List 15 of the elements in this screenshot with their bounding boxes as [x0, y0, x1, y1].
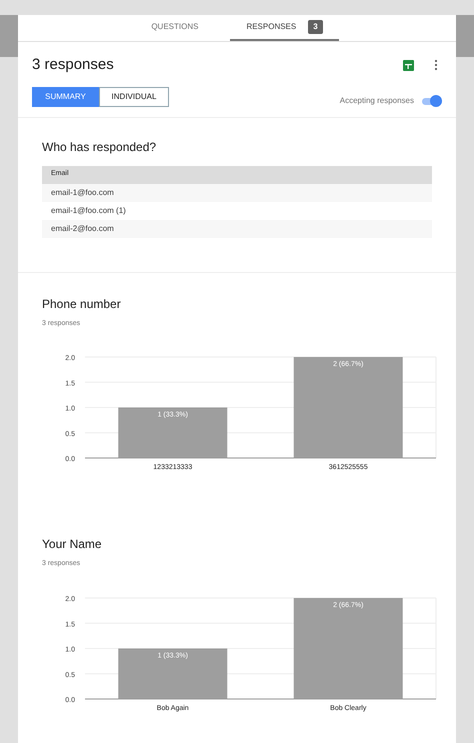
- tab[interactable]: QUESTIONS: [135, 15, 214, 41]
- page-title: 3 responses: [32, 55, 115, 75]
- view-toggle-button[interactable]: INDIVIDUAL: [99, 86, 169, 106]
- more-icon[interactable]: [434, 59, 438, 72]
- count-badge: 3: [308, 20, 323, 34]
- table-cell: email-2@foo.com: [42, 220, 432, 238]
- tab[interactable]: RESPONSES 3: [230, 15, 339, 41]
- question-title: Your Name: [42, 536, 103, 553]
- toggle-label: Accepting responses: [340, 94, 414, 106]
- question-title: Phone number: [42, 296, 122, 312]
- view-toggle-button[interactable]: SUMMARY: [32, 86, 99, 106]
- section-title: Who has responded?: [42, 138, 158, 156]
- spreadsheet-icon[interactable]: [403, 60, 414, 71]
- toggle-switch[interactable]: [422, 94, 442, 106]
- table-cell: email-1@foo.com: [42, 184, 432, 202]
